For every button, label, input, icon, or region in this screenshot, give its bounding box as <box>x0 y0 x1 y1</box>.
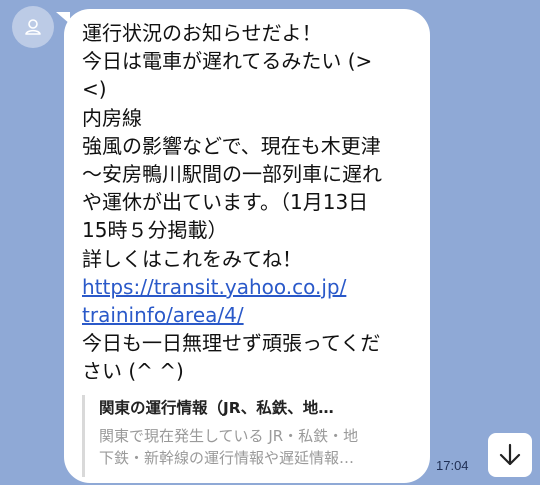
user-icon <box>25 19 41 35</box>
message-timestamp: 17:04 <box>436 458 469 473</box>
message-line: 詳しくはこれをみてね！ <box>82 246 302 271</box>
message-link-line: https://transit.yahoo.co.jp/ <box>82 273 414 301</box>
transit-link[interactable]: traininfo/area/4/ <box>82 303 244 327</box>
transit-link[interactable]: https://transit.yahoo.co.jp/ <box>82 275 346 299</box>
message-line: さい (^ ^) <box>82 359 184 384</box>
message-line: 15時５分掲載） <box>82 218 228 243</box>
message-line: 強風の影響などで、現在も木更津 <box>82 133 381 158</box>
message-link-line: traininfo/area/4/ <box>82 301 414 329</box>
sender-avatar[interactable] <box>12 6 54 48</box>
message-line: 今日は電車が遅れてるみたい (> <box>82 49 373 74</box>
link-preview-card[interactable]: 関東の運行情報（JR、私鉄、地… 関東で現在発生している JR・私鉄・地 下鉄・… <box>82 395 408 477</box>
message-line: 運行状況のお知らせだよ！ <box>82 21 322 45</box>
preview-description: 関東で現在発生している JR・私鉄・地 下鉄・新幹線の運行情報や遅延情報… <box>99 425 408 469</box>
message-line: や運休が出ています。（1月13日 <box>82 190 369 215</box>
preview-description-line: 関東で現在発生している JR・私鉄・地 <box>99 427 359 445</box>
preview-description-line: 下鉄・新幹線の運行情報や遅延情報… <box>99 449 355 467</box>
arrow-down-icon <box>499 443 521 466</box>
message-bubble[interactable]: 運行状況のお知らせだよ！ 今日は電車が遅れてるみたい (> <) 内房線 強風の… <box>64 9 430 483</box>
message-line: 〜安房鴨川駅間の一部列車に遅れ <box>82 162 382 187</box>
message-line: 内房線 <box>82 105 142 130</box>
message-line: <) <box>82 77 107 102</box>
scroll-to-bottom-button[interactable] <box>488 433 532 477</box>
message-line: 今日も一日無理せず頑張ってくだ <box>82 331 381 356</box>
preview-title: 関東の運行情報（JR、私鉄、地… <box>99 399 334 417</box>
